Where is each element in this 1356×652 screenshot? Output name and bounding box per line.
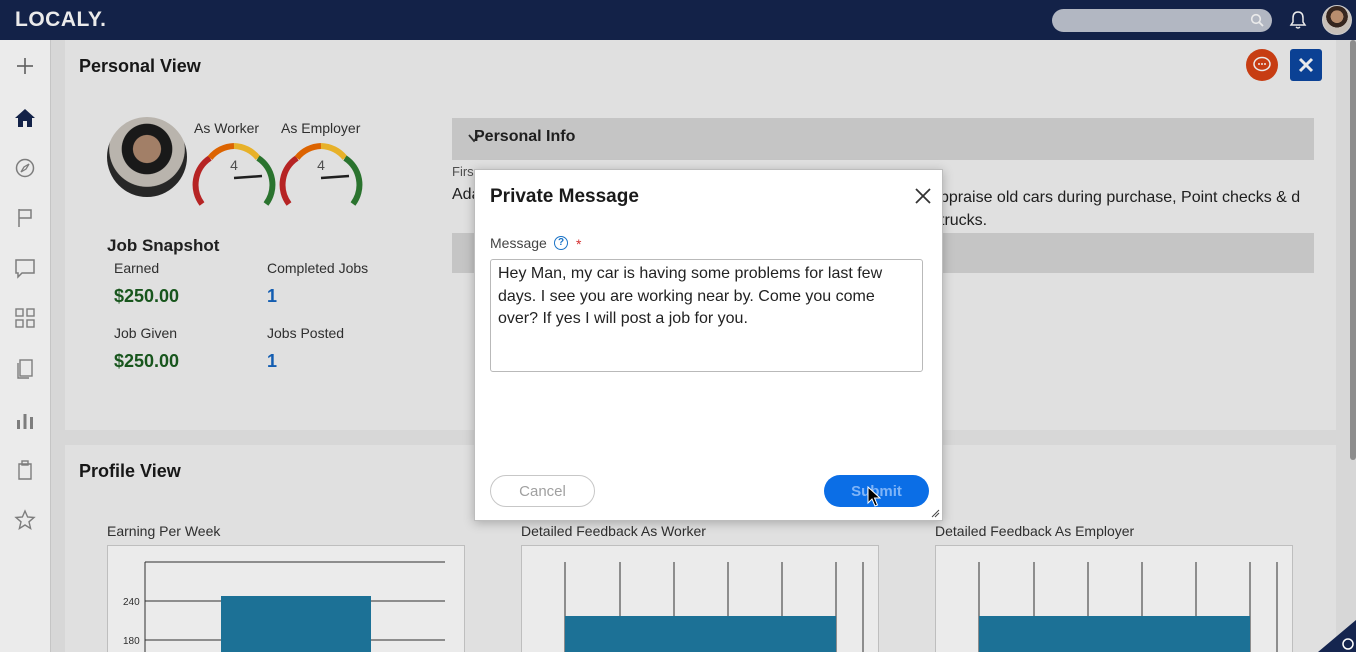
help-icon[interactable]: ?	[554, 236, 568, 250]
settings-corner-icon[interactable]	[1318, 620, 1356, 652]
message-textarea[interactable]: Hey Man, my car is having some problems …	[490, 259, 923, 372]
message-label: Message	[490, 235, 547, 251]
resize-handle-icon[interactable]	[931, 509, 940, 518]
required-marker: *	[576, 236, 582, 252]
private-message-modal: Private Message Message ? * Hey Man, my …	[474, 169, 943, 521]
mouse-cursor-icon	[867, 486, 881, 507]
close-icon[interactable]	[913, 186, 933, 206]
cancel-button[interactable]: Cancel	[490, 475, 595, 507]
modal-title: Private Message	[490, 186, 639, 207]
